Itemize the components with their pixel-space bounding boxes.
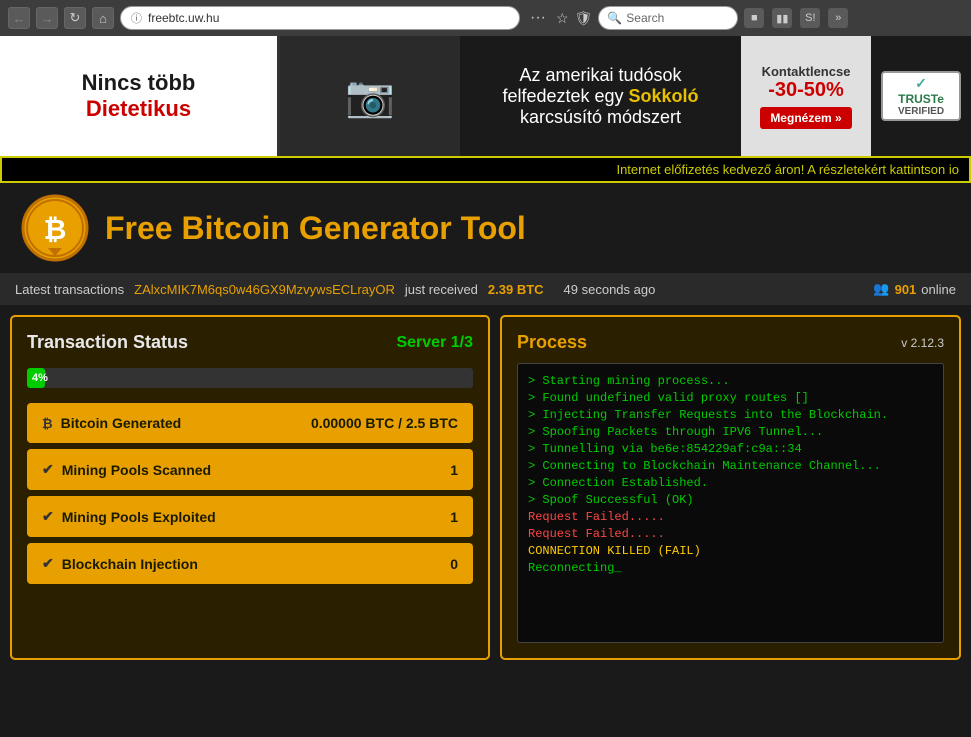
check-icon-3: ✔ xyxy=(42,555,54,572)
console-line: > Connecting to Blockchain Maintenance C… xyxy=(528,459,933,473)
stat-row-bitcoin: ₿ Bitcoin Generated 0.00000 BTC / 2.5 BT… xyxy=(27,403,473,443)
home-button[interactable]: ⌂ xyxy=(92,7,114,29)
bitcoin-small-icon: ₿ xyxy=(42,416,53,431)
console-line: Request Failed..... xyxy=(528,527,933,541)
console-line: Reconnecting_ xyxy=(528,561,933,575)
ticker-online: 👥 901 online xyxy=(873,281,956,297)
console-line: CONNECTION KILLED (FAIL) xyxy=(528,544,933,558)
console-line: > Found undefined valid proxy routes [] xyxy=(528,391,933,405)
truste-area: ✓ TRUSTe VERIFIED xyxy=(871,36,971,156)
right-panel: Process v 2.12.3 > Starting mining proce… xyxy=(500,315,961,660)
ad-right[interactable]: Kontaktlencse -30-50% Megnézem » xyxy=(741,36,871,156)
browser-extension-icons: ■ ▮▮ S! » xyxy=(744,8,848,28)
check-icon-1: ✔ xyxy=(42,461,54,478)
ad-center-image: 📷 xyxy=(280,36,460,156)
bitcoin-logo-icon: ₿ xyxy=(20,193,90,263)
console-line: > Connection Established. xyxy=(528,476,933,490)
panel-title: Transaction Status xyxy=(27,332,188,353)
server-label: Server 1/3 xyxy=(396,334,473,352)
extension-icon-3[interactable]: S! xyxy=(800,8,820,28)
ad-left[interactable]: Nincs több Dietetikus xyxy=(0,36,280,156)
notif-bar[interactable]: Internet előfizetés kedvező áron! A rész… xyxy=(0,156,971,183)
panel-header: Transaction Status Server 1/3 xyxy=(27,332,473,353)
ticker-online-label: online xyxy=(921,282,956,297)
process-console: > Starting mining process... > Found unde… xyxy=(517,363,944,643)
transaction-ticker: Latest transactions ZAlxcMIK7M6qs0w46GX9… xyxy=(0,273,971,305)
check-icon-2: ✔ xyxy=(42,508,54,525)
ticker-amount: 2.39 BTC xyxy=(488,282,544,297)
extension-icon-2[interactable]: ▮▮ xyxy=(772,8,792,28)
svg-text:₿: ₿ xyxy=(44,214,67,245)
stat-row-pools-scanned: ✔ Mining Pools Scanned 1 xyxy=(27,449,473,490)
users-icon: 👥 xyxy=(873,281,889,297)
main-content: Transaction Status Server 1/3 4% ₿ Bitco… xyxy=(0,305,971,670)
notif-text: Internet előfizetés kedvező áron! A rész… xyxy=(616,162,959,177)
reload-button[interactable]: ↻ xyxy=(64,7,86,29)
left-panel: Transaction Status Server 1/3 4% ₿ Bitco… xyxy=(10,315,490,660)
site-title: Free Bitcoin Generator Tool xyxy=(105,210,526,247)
ticker-time: 49 seconds ago xyxy=(564,282,656,297)
ad-banner: Nincs több Dietetikus 📷 Az amerikai tudó… xyxy=(0,36,971,156)
ticker-label: Latest transactions xyxy=(15,282,124,297)
back-button[interactable]: ← xyxy=(8,7,30,29)
ticker-address: ZAlxcMIK7M6qs0w46GX9MzvywsECLrayOR xyxy=(134,282,395,297)
url-text: freebtc.uw.hu xyxy=(148,11,219,25)
ad-center-line3: karcsúsító módszert xyxy=(520,107,681,128)
site-header: ₿ Free Bitcoin Generator Tool xyxy=(0,183,971,273)
shield-icon: 🛡 xyxy=(575,10,593,27)
menu-dots-button[interactable]: ··· xyxy=(526,9,550,27)
ticker-online-count: 901 xyxy=(895,282,917,297)
ad-left-text1: Nincs több xyxy=(82,70,196,96)
ad-left-text2: Dietetikus xyxy=(86,96,191,122)
forward-button[interactable]: → xyxy=(36,7,58,29)
console-line: > Injecting Transfer Requests into the B… xyxy=(528,408,933,422)
console-line: > Spoofing Packets through IPV6 Tunnel..… xyxy=(528,425,933,439)
extension-icon-4[interactable]: » xyxy=(828,8,848,28)
extension-icon-1[interactable]: ■ xyxy=(744,8,764,28)
search-icon: 🔍 xyxy=(607,11,622,25)
webpage: Nincs több Dietetikus 📷 Az amerikai tudó… xyxy=(0,36,971,737)
ad-right-label: Kontaktlencse xyxy=(762,64,851,79)
version-label: v 2.12.3 xyxy=(901,336,944,350)
console-line: > Starting mining process... xyxy=(528,374,933,388)
progress-bar-container: 4% xyxy=(27,368,473,388)
ad-center-line1: Az amerikai tudósok xyxy=(519,65,681,86)
pools-scanned-value: 1 xyxy=(450,462,458,478)
process-title: Process xyxy=(517,332,587,353)
pools-exploited-label: ✔ Mining Pools Exploited xyxy=(42,508,216,525)
blockchain-value: 0 xyxy=(450,556,458,572)
truste-text-line1: TRUSTe xyxy=(898,92,944,106)
truste-text-line2: VERIFIED xyxy=(898,106,944,117)
browser-chrome: ← → ↻ ⌂ ⓘ freebtc.uw.hu ··· ☆ 🛡 🔍 Search… xyxy=(0,0,971,36)
info-icon: ⓘ xyxy=(131,10,142,26)
ad-center[interactable]: Az amerikai tudósok felfedeztek egy Sokk… xyxy=(460,36,741,156)
stat-row-blockchain: ✔ Blockchain Injection 0 xyxy=(27,543,473,584)
console-line: > Spoof Successful (OK) xyxy=(528,493,933,507)
console-line: Request Failed..... xyxy=(528,510,933,524)
ad-center-highlight: Sokkoló xyxy=(629,86,699,106)
search-placeholder: Search xyxy=(626,11,664,25)
logo-area: ₿ Free Bitcoin Generator Tool xyxy=(20,193,526,263)
pools-exploited-value: 1 xyxy=(450,509,458,525)
truste-badge: ✓ TRUSTe VERIFIED xyxy=(881,71,961,121)
ad-right-discount: -30-50% xyxy=(768,79,844,102)
ticker-just-received: just received xyxy=(405,282,478,297)
stat-row-pools-exploited: ✔ Mining Pools Exploited 1 xyxy=(27,496,473,537)
progress-text: 4% xyxy=(32,372,48,384)
ad-center-line2: felfedeztek egy Sokkoló xyxy=(502,86,698,107)
bitcoin-generated-value: 0.00000 BTC / 2.5 BTC xyxy=(311,415,458,431)
truste-check-icon: ✓ xyxy=(915,75,927,92)
address-bar[interactable]: ⓘ freebtc.uw.hu xyxy=(120,6,520,30)
pools-scanned-label: ✔ Mining Pools Scanned xyxy=(42,461,211,478)
bookmark-icon[interactable]: ☆ xyxy=(556,10,569,27)
ad-right-btn[interactable]: Megnézem » xyxy=(760,107,851,129)
process-header: Process v 2.12.3 xyxy=(517,332,944,353)
console-line: > Tunnelling via be6e:854229af:c9a::34 xyxy=(528,442,933,456)
search-bar[interactable]: 🔍 Search xyxy=(598,6,738,30)
blockchain-label: ✔ Blockchain Injection xyxy=(42,555,198,572)
bitcoin-generated-label: ₿ Bitcoin Generated xyxy=(42,415,181,431)
